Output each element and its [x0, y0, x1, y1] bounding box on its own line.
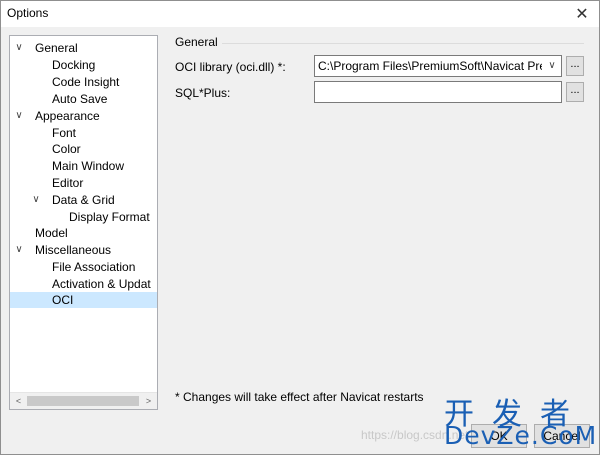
tree-item-font[interactable]: Font: [10, 125, 157, 141]
title-bar: Options ✕: [1, 1, 599, 27]
tree-item-display-format[interactable]: Display Format: [10, 209, 157, 225]
logo-latin-text: DevZe.CoM: [444, 421, 598, 450]
tree-item-label: Main Window: [52, 159, 125, 173]
tree-item-label: Editor: [52, 176, 84, 190]
chevron-down-icon[interactable]: ∨: [13, 242, 25, 258]
tree-item-label: Model: [35, 226, 68, 240]
tree-item-label: Code Insight: [52, 75, 120, 89]
tree-item-label: Auto Save: [52, 92, 108, 106]
tree-item-label: Font: [52, 126, 77, 140]
options-tree[interactable]: ∨ General Docking Code Insight Auto Save…: [9, 35, 158, 410]
oci-library-label: OCI library (oci.dll) *:: [175, 60, 286, 74]
group-divider: [222, 43, 584, 44]
tree-item-miscellaneous[interactable]: ∨ Miscellaneous: [10, 242, 157, 258]
sqlplus-field[interactable]: [314, 81, 562, 103]
tree-item-label: File Association: [52, 260, 136, 274]
tree-item-label: General: [35, 41, 78, 55]
close-icon[interactable]: ✕: [565, 1, 599, 27]
options-dialog: Options ✕ ∨ General Docking Code Insight…: [0, 0, 600, 455]
chevron-down-icon[interactable]: ∨: [30, 192, 42, 208]
sqlplus-browse-button[interactable]: ...: [566, 82, 584, 102]
tree-item-general[interactable]: ∨ General: [10, 40, 157, 56]
scrollbar-thumb[interactable]: [27, 396, 139, 406]
devze-logo: 开发者 DevZe.CoM: [444, 389, 598, 451]
scroll-left-icon[interactable]: <: [10, 393, 27, 409]
horizontal-scrollbar[interactable]: < >: [10, 392, 157, 409]
tree-item-label: Activation & Updat: [52, 277, 151, 291]
chevron-down-icon[interactable]: ∨: [13, 40, 25, 56]
restart-note: * Changes will take effect after Navicat…: [175, 390, 424, 404]
window-title: Options: [7, 6, 49, 20]
tree-item-docking[interactable]: Docking: [10, 57, 157, 73]
tree-item-label: Color: [52, 142, 81, 156]
tree-item-label: Docking: [52, 58, 96, 72]
chevron-down-icon[interactable]: ∨: [13, 108, 25, 124]
tree-item-label: OCI: [52, 293, 74, 307]
tree-item-color[interactable]: Color: [10, 141, 157, 157]
tree-item-data-grid[interactable]: ∨ Data & Grid: [10, 192, 157, 208]
tree-item-label: Display Format: [69, 210, 150, 224]
tree-item-label: Appearance: [35, 109, 100, 123]
tree-item-main-window[interactable]: Main Window: [10, 158, 157, 174]
chevron-down-icon[interactable]: ∨: [543, 56, 561, 76]
tree-item-appearance[interactable]: ∨ Appearance: [10, 108, 157, 124]
tree-item-oci[interactable]: OCI: [10, 292, 157, 308]
tree-item-label: Miscellaneous: [35, 243, 112, 257]
scroll-right-icon[interactable]: >: [140, 393, 157, 409]
tree-item-label: Data & Grid: [52, 193, 115, 207]
tree-item-editor[interactable]: Editor: [10, 175, 157, 191]
oci-library-combo[interactable]: C:\Program Files\PremiumSoft\Navicat Pre…: [314, 55, 562, 77]
oci-library-value: C:\Program Files\PremiumSoft\Navicat Pre: [318, 59, 542, 73]
oci-browse-button[interactable]: ...: [566, 56, 584, 76]
tree-item-code-insight[interactable]: Code Insight: [10, 74, 157, 90]
settings-panel: General OCI library (oci.dll) *: C:\Prog…: [167, 35, 592, 410]
sqlplus-label: SQL*Plus:: [175, 86, 231, 100]
tree-item-model[interactable]: Model: [10, 225, 157, 241]
group-title: General: [175, 35, 218, 49]
tree-item-file-association[interactable]: File Association: [10, 259, 157, 275]
tree-item-activation-update[interactable]: Activation & Updat: [10, 276, 157, 292]
tree-item-auto-save[interactable]: Auto Save: [10, 91, 157, 107]
